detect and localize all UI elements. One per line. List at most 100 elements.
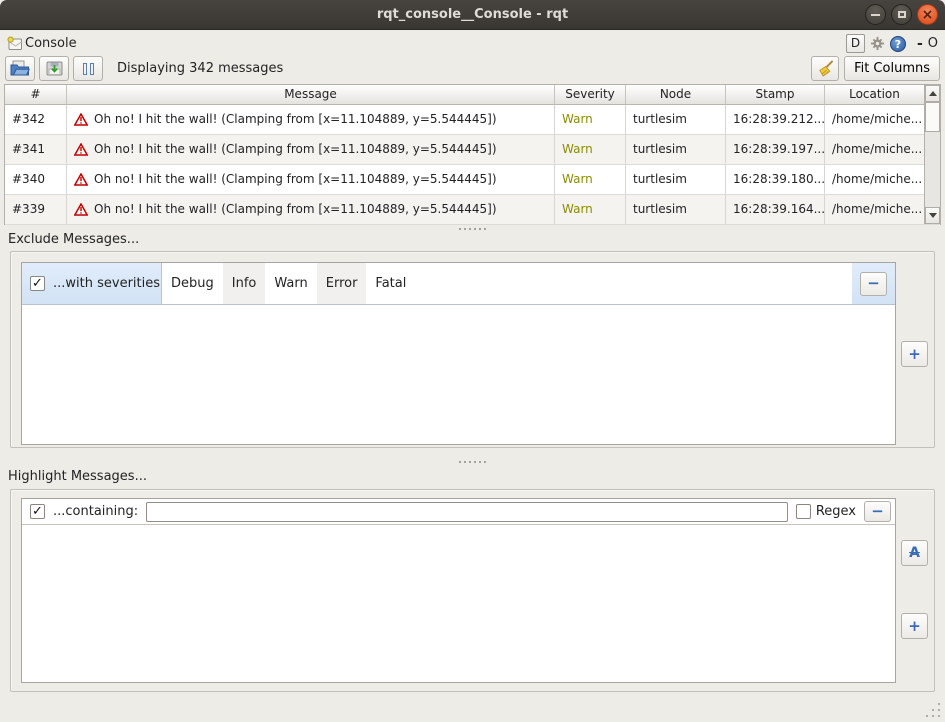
dock-title-area: Console: [7, 36, 77, 52]
table-scrollbar[interactable]: [924, 85, 940, 224]
exclude-filter-list: ✓ ...with severities: Debug Info Warn Er…: [21, 262, 896, 445]
broom-icon: [816, 59, 835, 78]
toolbar-right: Fit Columns: [811, 56, 940, 81]
cell-stamp: 16:28:39.212...: [726, 105, 825, 134]
dock-close-button[interactable]: O: [928, 36, 938, 51]
window-title: rqt_console__Console - rqt: [0, 0, 945, 29]
regex-label: Regex: [816, 504, 856, 519]
cell-stamp: 16:28:39.180...: [726, 165, 825, 194]
severity-item-error[interactable]: Error: [317, 263, 367, 304]
cell-id: #339: [5, 195, 67, 224]
scroll-up-button[interactable]: [925, 85, 940, 102]
open-folder-icon: [10, 60, 30, 77]
severity-item-info[interactable]: Info: [223, 263, 266, 304]
clear-messages-button[interactable]: [811, 56, 839, 81]
cell-stamp: 16:28:39.164...: [726, 195, 825, 224]
rqt-window: rqt_console__Console - rqt × Console D: [0, 0, 945, 722]
add-highlight-filter-button[interactable]: +: [901, 613, 928, 639]
save-disk-icon: [45, 60, 64, 77]
containing-filter-row[interactable]: ✓ ...containing: Regex −: [22, 499, 895, 525]
close-button[interactable]: ×: [917, 4, 938, 25]
cell-id: #340: [5, 165, 67, 194]
column-header-node[interactable]: Node: [626, 85, 726, 105]
containing-filter-label: ...containing:: [53, 504, 138, 519]
containing-filter-checkbox[interactable]: ✓: [30, 504, 45, 519]
fit-columns-button[interactable]: Fit Columns: [844, 56, 940, 81]
warning-triangle-icon: [74, 113, 88, 126]
message-text: Oh no! I hit the wall! (Clamping from [x…: [94, 195, 497, 224]
dock-buttons: D ? - O: [846, 34, 938, 53]
table-row[interactable]: #339 Oh no! I hit the wall! (Clamping fr…: [5, 195, 940, 225]
pause-icon: [83, 63, 94, 75]
cell-node: turtlesim: [626, 195, 726, 224]
splitter-handle[interactable]: [0, 459, 945, 465]
column-header-location[interactable]: Location: [825, 85, 924, 105]
highlight-filter-list: ✓ ...containing: Regex −: [21, 498, 896, 683]
containing-filter-input[interactable]: [146, 502, 788, 522]
cell-message: Oh no! I hit the wall! (Clamping from [x…: [67, 165, 555, 194]
minimize-icon: [871, 14, 880, 16]
table-row[interactable]: #341 Oh no! I hit the wall! (Clamping fr…: [5, 135, 940, 165]
settings-gear-icon[interactable]: [870, 36, 885, 51]
arrow-up-icon: [929, 91, 937, 96]
dock-profile-button[interactable]: D: [846, 34, 865, 53]
regex-option: Regex: [796, 504, 856, 519]
resize-grip[interactable]: [925, 702, 940, 717]
message-table: # Message Severity Node Stamp Location #…: [4, 84, 941, 225]
console-icon: [7, 36, 23, 52]
minimize-button[interactable]: [865, 4, 886, 25]
toolbar: Displaying 342 messages Fit Columns: [0, 55, 945, 82]
severity-filter-right: −: [852, 263, 895, 304]
regex-checkbox[interactable]: [796, 504, 811, 519]
highlight-groupbox: ✓ ...containing: Regex −: [10, 489, 935, 692]
severity-list: Debug Info Warn Error Fatal: [161, 263, 852, 304]
cell-severity: Warn: [555, 105, 626, 134]
column-header-stamp[interactable]: Stamp: [726, 85, 825, 105]
table-row[interactable]: #340 Oh no! I hit the wall! (Clamping fr…: [5, 165, 940, 195]
dock-title: Console: [25, 36, 77, 51]
cell-message: Oh no! I hit the wall! (Clamping from [x…: [67, 105, 555, 134]
maximize-button[interactable]: [891, 4, 912, 25]
scrollbar-thumb[interactable]: [925, 102, 940, 132]
maximize-icon: [898, 11, 906, 18]
column-header-message[interactable]: Message: [67, 85, 555, 105]
exclude-section-label: Exclude Messages...: [8, 232, 139, 247]
add-exclude-filter-button[interactable]: +: [901, 341, 928, 367]
remove-exclude-filter-button[interactable]: −: [860, 272, 887, 296]
severity-filter-left: ✓ ...with severities:: [22, 263, 161, 304]
severity-item-warn[interactable]: Warn: [265, 263, 316, 304]
save-messages-button[interactable]: [39, 56, 69, 81]
pause-button[interactable]: [73, 56, 103, 81]
message-text: Oh no! I hit the wall! (Clamping from [x…: [94, 105, 497, 134]
severity-item-fatal[interactable]: Fatal: [366, 263, 415, 304]
cell-id: #341: [5, 135, 67, 164]
message-text: Oh no! I hit the wall! (Clamping from [x…: [94, 165, 497, 194]
cell-location: /home/miche...: [825, 165, 924, 194]
severity-filter-row[interactable]: ✓ ...with severities: Debug Info Warn Er…: [22, 263, 895, 305]
warning-triangle-icon: [74, 173, 88, 186]
severity-filter-label: ...with severities:: [53, 276, 164, 291]
message-text: Oh no! I hit the wall! (Clamping from [x…: [94, 135, 497, 164]
cell-severity: Warn: [555, 135, 626, 164]
cell-severity: Warn: [555, 195, 626, 224]
warning-triangle-icon: [74, 203, 88, 216]
column-header-id[interactable]: #: [5, 85, 67, 105]
remove-highlight-filter-button[interactable]: −: [864, 501, 891, 522]
help-icon[interactable]: ?: [890, 36, 906, 52]
titlebar: rqt_console__Console - rqt ×: [0, 0, 945, 30]
table-row[interactable]: #342 Oh no! I hit the wall! (Clamping fr…: [5, 105, 940, 135]
cell-message: Oh no! I hit the wall! (Clamping from [x…: [67, 195, 555, 224]
window-controls: ×: [865, 4, 938, 25]
column-header-severity[interactable]: Severity: [555, 85, 626, 105]
severity-filter-checkbox[interactable]: ✓: [30, 276, 45, 291]
cell-node: turtlesim: [626, 135, 726, 164]
scroll-down-button[interactable]: [925, 207, 940, 224]
warning-triangle-icon: [74, 143, 88, 156]
dock-minimize-button[interactable]: -: [917, 36, 923, 52]
severity-item-debug[interactable]: Debug: [162, 263, 223, 304]
dock-header: Console D ? - O: [0, 32, 945, 55]
splitter-handle[interactable]: [0, 226, 945, 232]
highlight-mode-toggle-button[interactable]: A: [901, 540, 928, 566]
load-messages-button[interactable]: [5, 56, 35, 81]
cell-id: #342: [5, 105, 67, 134]
